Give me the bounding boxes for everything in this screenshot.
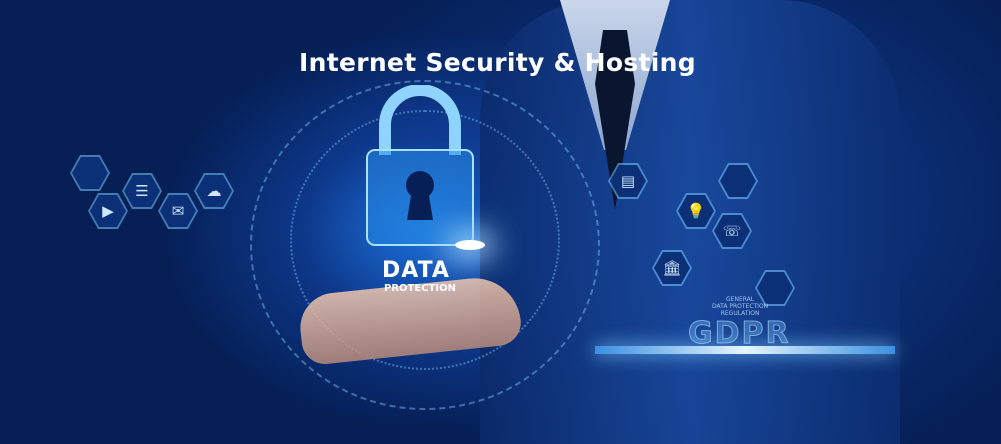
hero-banner: ▶ ☰ ✉ ☁ ▤ 💡 ☏ 🏛 DATA PROTECTION GENERAL … — [0, 0, 1001, 444]
mail-icon: ✉ — [158, 193, 198, 229]
banner-title: Internet Security & Hosting — [299, 48, 696, 77]
video-icon: ▶ — [88, 193, 128, 229]
padlock-icon — [366, 85, 474, 246]
hex-empty — [70, 155, 110, 191]
cloud-icon: ☁ — [194, 173, 234, 209]
gdpr-caption: GENERAL DATA PROTECTION REGULATION — [712, 296, 768, 317]
lock-sublabel: PROTECTION — [384, 283, 456, 294]
gdpr-caption-line: GENERAL — [726, 296, 755, 303]
gdpr-caption-line: DATA PROTECTION — [712, 303, 769, 310]
lock-label: DATA — [382, 258, 450, 283]
tablet — [595, 346, 895, 354]
light-glow — [455, 240, 485, 250]
server-icon: ☰ — [122, 173, 162, 209]
